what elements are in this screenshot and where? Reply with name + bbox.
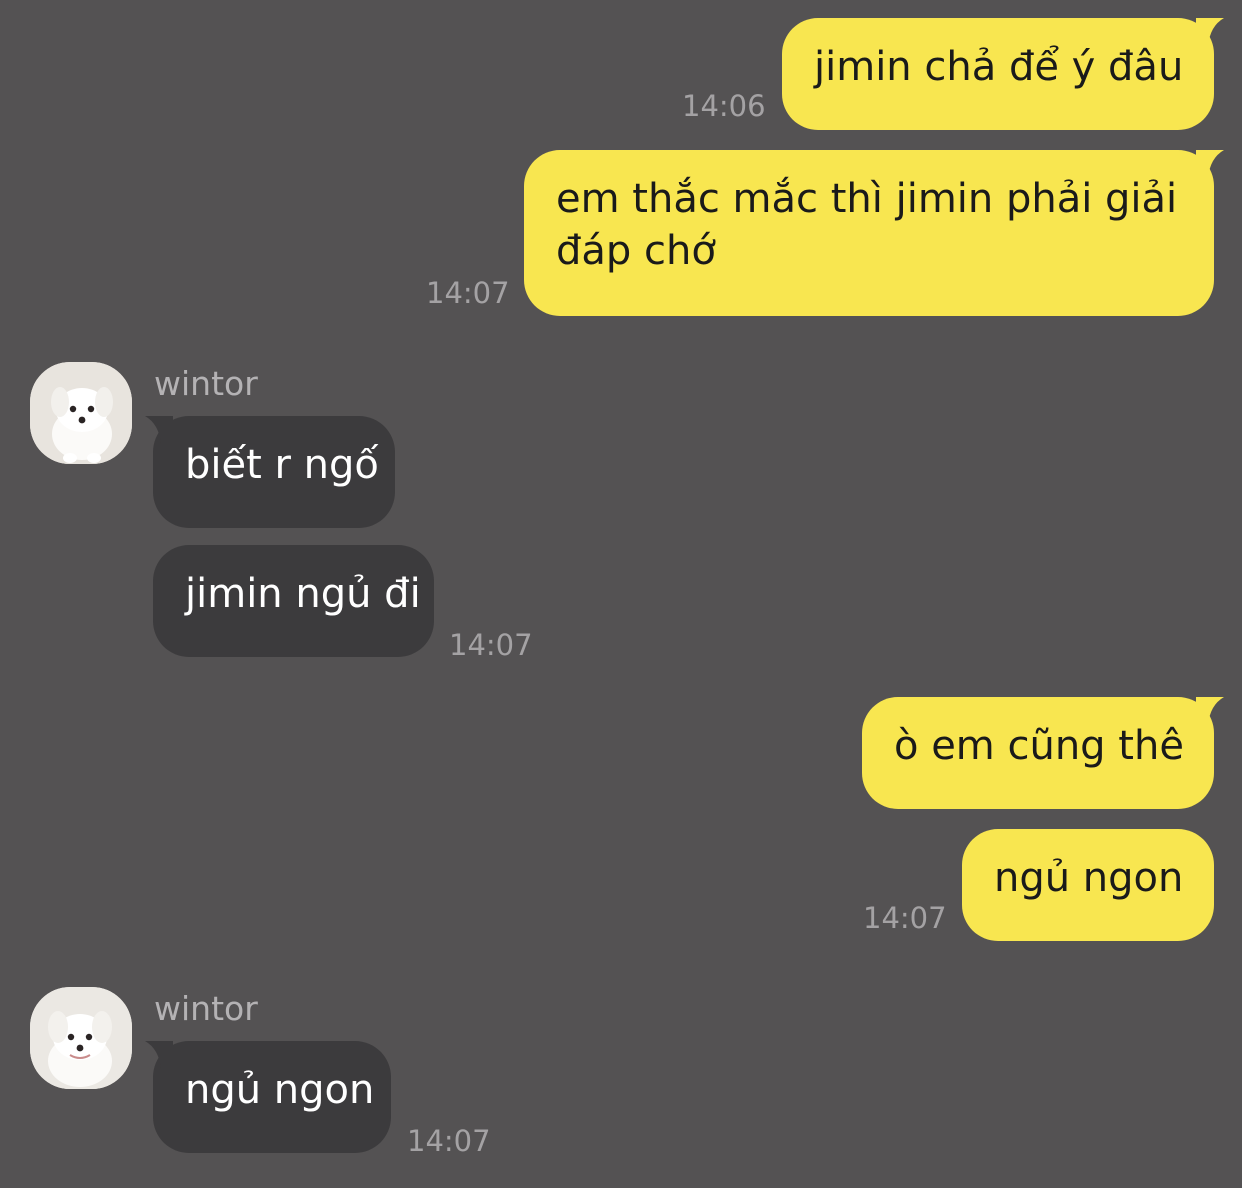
sender-name: wintor [154,989,258,1028]
outgoing-message-bubble[interactable]: em thắc mắc thì jimin phải giải đáp chớ [524,150,1214,316]
message-timestamp: 14:06 [682,89,766,123]
message-text: em thắc mắc thì jimin phải giải đáp chớ [556,176,1178,274]
bubble-tail-icon [1196,150,1224,178]
incoming-message-bubble[interactable]: jimin ngủ đi [153,545,434,657]
incoming-message-bubble[interactable]: biết r ngố [153,416,395,528]
message-text: ngủ ngon [994,855,1184,901]
sender-name: wintor [154,364,258,403]
incoming-message-bubble[interactable]: ngủ ngon [153,1041,391,1153]
message-timestamp: 14:07 [407,1124,491,1158]
contact-avatar[interactable] [30,362,132,464]
bubble-tail-icon [145,416,173,444]
message-timestamp: 14:07 [426,276,510,310]
message-text: biết r ngố [185,442,379,488]
message-timestamp: 14:07 [449,628,533,662]
message-text: ò em cũng thê [894,723,1184,769]
message-text: jimin chả để ý đâu [814,44,1184,90]
contact-avatar[interactable] [30,987,132,1089]
bubble-tail-icon [1196,697,1224,725]
bubble-tail-icon [145,1041,173,1069]
white-puppy-avatar-icon [30,987,132,1089]
white-puppy-avatar-icon [30,362,132,464]
outgoing-message-bubble[interactable]: ngủ ngon [962,829,1214,941]
outgoing-message-bubble[interactable]: jimin chả để ý đâu [782,18,1214,130]
outgoing-message-bubble[interactable]: ò em cũng thê [862,697,1214,809]
message-timestamp: 14:07 [863,901,947,935]
message-text: ngủ ngon [185,1067,375,1113]
bubble-tail-icon [1196,18,1224,46]
message-text: jimin ngủ đi [185,571,421,617]
